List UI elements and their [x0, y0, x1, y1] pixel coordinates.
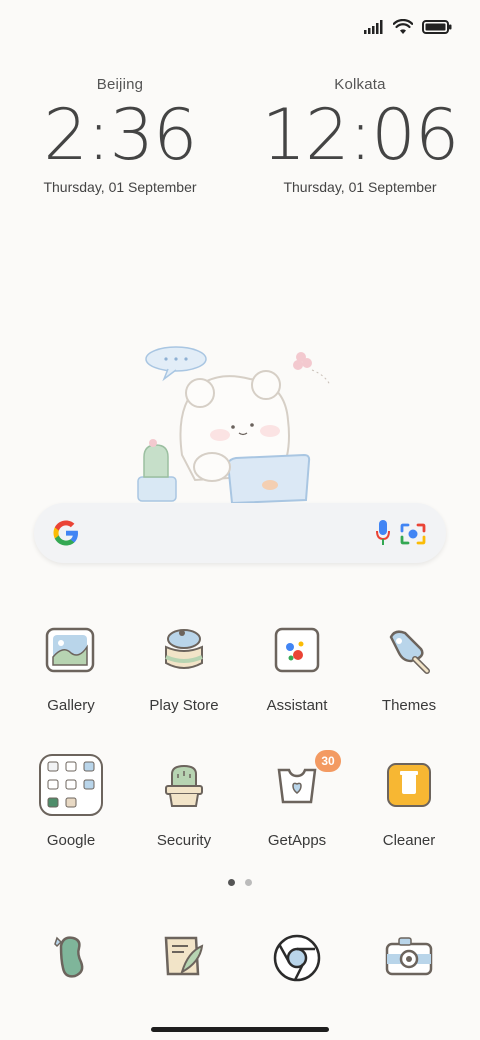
microphone-icon[interactable] [376, 519, 390, 547]
app-themes[interactable]: Themes [353, 625, 465, 714]
wifi-icon [393, 19, 413, 34]
google-logo-icon [53, 520, 78, 546]
app-label: Gallery [47, 697, 95, 714]
app-security[interactable]: Security [128, 760, 240, 849]
app-label: Play Store [149, 697, 219, 714]
signal-icon [364, 20, 383, 34]
security-icon [165, 764, 203, 807]
battery-icon [422, 20, 452, 34]
clock-city: Beijing [96, 76, 144, 93]
status-bar [364, 14, 452, 40]
app-cleaner[interactable]: Cleaner [353, 760, 465, 849]
app-label: GetApps [267, 832, 327, 849]
dock-messages[interactable] [128, 930, 240, 994]
dock-camera[interactable] [353, 930, 465, 994]
clock-widget-beijing[interactable]: Beijing 2:36 Thursday, 01 September [20, 76, 220, 195]
app-label: Google [46, 832, 96, 849]
cleaner-icon [387, 763, 431, 807]
clock-date: Thursday, 01 September [43, 179, 197, 195]
app-label: Cleaner [382, 832, 436, 849]
play-store-icon [165, 629, 203, 669]
navigation-gesture-bar[interactable] [151, 1027, 329, 1032]
folder-google[interactable]: Google [15, 754, 127, 849]
app-play-store[interactable]: Play Store [128, 625, 240, 714]
dock-chrome[interactable] [241, 930, 353, 994]
clock-city: Kolkata [334, 76, 386, 93]
app-gallery[interactable]: Gallery [15, 625, 127, 714]
notification-badge: 30 [315, 750, 341, 772]
app-getapps[interactable]: 30 GetApps [241, 750, 353, 849]
chrome-icon [273, 934, 321, 982]
gallery-icon [45, 627, 95, 673]
assistant-icon [274, 627, 320, 673]
page-dot-active[interactable] [228, 879, 235, 886]
clock-date: Thursday, 01 September [283, 179, 437, 195]
page-indicator[interactable] [228, 879, 252, 886]
lens-camera-icon[interactable] [400, 522, 426, 546]
phone-icon [54, 936, 84, 978]
wallpaper-bear-illustration [137, 346, 331, 505]
google-folder-icon [39, 754, 103, 816]
themes-icon [389, 630, 430, 674]
app-label: Security [156, 832, 212, 849]
app-assistant[interactable]: Assistant [241, 625, 353, 714]
clock-time: 12:06 [261, 94, 460, 176]
app-label: Themes [381, 697, 437, 714]
clock-time: 2:36 [43, 94, 197, 176]
camera-icon [385, 937, 433, 976]
clock-widget-kolkata[interactable]: Kolkata 12:06 Thursday, 01 September [260, 76, 460, 195]
page-dot[interactable] [245, 879, 252, 886]
google-search-bar[interactable] [34, 503, 446, 563]
app-label: Assistant [266, 697, 328, 714]
messages-icon [164, 936, 204, 976]
dock-phone[interactable] [15, 930, 127, 994]
